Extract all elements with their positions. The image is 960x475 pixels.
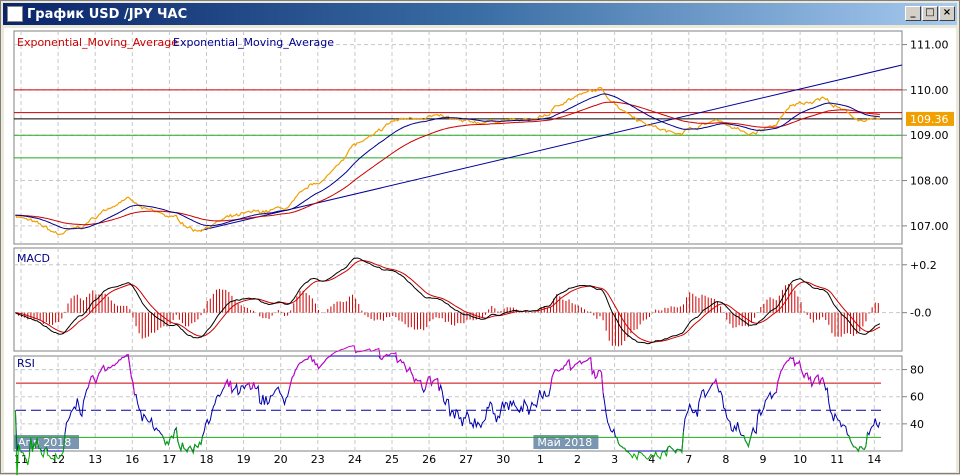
price-tick: 110.00 <box>910 84 949 97</box>
x-tick: 23 <box>311 453 325 466</box>
macd-tick: +0.2 <box>910 259 937 272</box>
rsi-tick: 40 <box>910 418 924 431</box>
x-tick: 20 <box>274 453 288 466</box>
chart-canvas[interactable]: 11 12 13 16 17 18 19 20 23 24 25 26 27 30 1 2 3 4 7 8 9 10 11 1… <box>1 1 960 475</box>
x-tick: 11 <box>830 453 844 466</box>
x-tick: 7 <box>685 453 692 466</box>
x-tick: 30 <box>496 453 510 466</box>
x-tick: 18 <box>200 453 214 466</box>
x-tick: 3 <box>611 453 618 466</box>
macd-title: MACD <box>17 252 50 265</box>
x-tick: 13 <box>88 453 102 466</box>
x-tick: 8 <box>722 453 729 466</box>
price-tick: 111.00 <box>910 39 949 52</box>
price-tick: 109.00 <box>910 129 949 142</box>
x-tick: 1 <box>537 453 544 466</box>
x-tick: 26 <box>422 453 436 466</box>
rsi-tick: 80 <box>910 364 924 377</box>
x-tick: 9 <box>760 453 767 466</box>
legend-ema-slow: Exponential_Moving_Average <box>17 36 178 49</box>
x-tick: 10 <box>793 453 807 466</box>
month-label: Май 2018 <box>537 436 592 449</box>
x-tick: 19 <box>237 453 251 466</box>
x-tick: 2 <box>574 453 581 466</box>
legend-ema-fast: Exponential_Moving_Average <box>173 36 334 49</box>
chart-background <box>4 28 956 472</box>
chart-window: График USD /JPY ЧАС _ □ × 11 12 13 16 17 18 19… <box>0 0 960 475</box>
last-price-label: 109.36 <box>910 113 949 126</box>
price-tick: 107.00 <box>910 220 949 233</box>
macd-tick: -0.0 <box>910 307 931 320</box>
rsi-title: RSI <box>17 357 35 370</box>
month-label: Апр 2018 <box>18 436 71 449</box>
x-tick: 24 <box>348 453 362 466</box>
x-tick: 17 <box>162 453 176 466</box>
price-tick: 108.00 <box>910 175 949 188</box>
x-tick: 16 <box>125 453 139 466</box>
x-tick: 25 <box>385 453 399 466</box>
x-tick: 14 <box>867 453 881 466</box>
x-tick: 27 <box>459 453 473 466</box>
rsi-tick: 60 <box>910 391 924 404</box>
